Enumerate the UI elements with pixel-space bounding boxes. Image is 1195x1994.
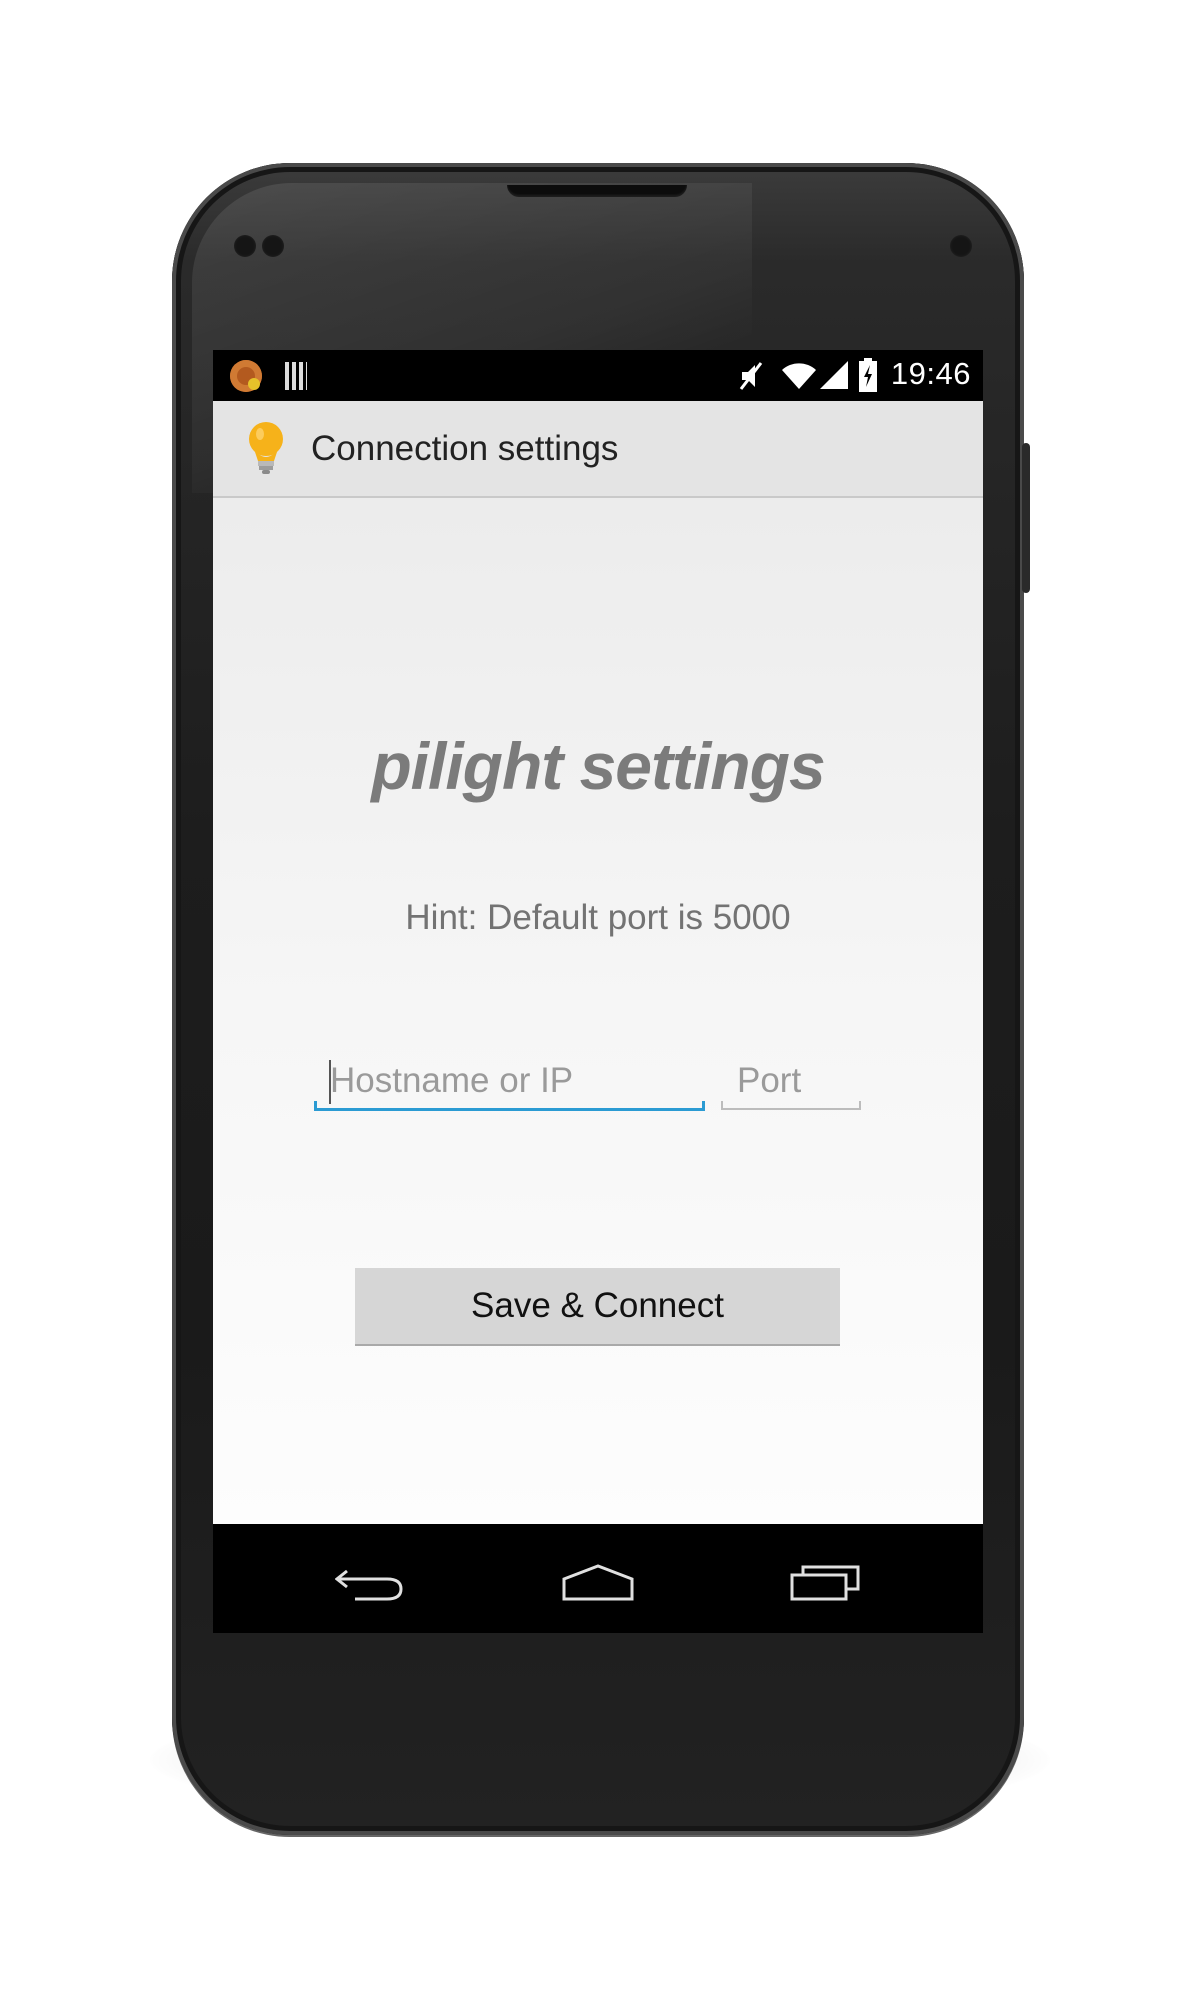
status-time: 19:46 — [890, 356, 971, 391]
proximity-sensor — [234, 235, 256, 257]
settings-content: pilight settings Hint: Default port is 5… — [213, 498, 983, 1524]
action-bar: Connection settings — [213, 401, 983, 498]
status-bar: 19:46 — [213, 350, 983, 401]
save-connect-button[interactable]: Save & Connect — [355, 1268, 840, 1346]
navigation-bar — [213, 1537, 983, 1633]
screen: 19:46 Connection settings pilight settin… — [213, 350, 983, 1633]
recents-icon[interactable] — [789, 1561, 861, 1603]
battery-charging-icon — [859, 358, 877, 392]
hostname-field — [314, 1058, 705, 1111]
signal-icon — [820, 361, 848, 389]
app-heading: pilight settings — [371, 729, 825, 803]
hint-text: Hint: Default port is 5000 — [405, 898, 791, 937]
hostname-input[interactable] — [314, 1058, 705, 1104]
back-icon[interactable] — [335, 1565, 405, 1605]
port-input[interactable] — [721, 1058, 861, 1104]
page-title: Connection settings — [311, 429, 619, 468]
text-cursor — [329, 1060, 331, 1104]
front-camera — [950, 235, 972, 257]
storage-icon — [285, 362, 307, 390]
power-button — [1022, 443, 1030, 593]
earpiece-speaker — [507, 185, 687, 197]
notification-app-icon — [230, 360, 262, 392]
wifi-icon — [782, 363, 816, 389]
port-field — [721, 1058, 861, 1110]
home-icon[interactable] — [561, 1563, 635, 1603]
light-sensor — [262, 235, 284, 257]
mute-icon — [739, 362, 763, 390]
lightbulb-icon[interactable] — [247, 421, 285, 477]
